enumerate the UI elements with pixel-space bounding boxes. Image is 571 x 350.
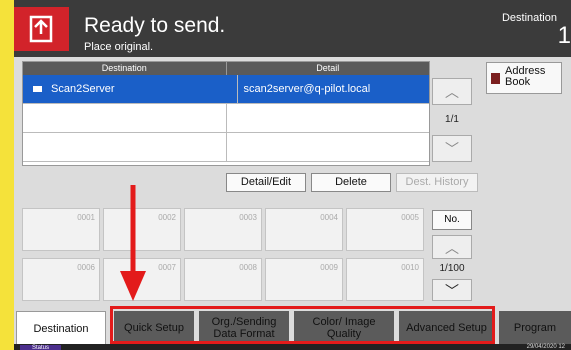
tab-program[interactable]: Program — [499, 311, 571, 344]
row-detail — [227, 133, 430, 161]
delete-button[interactable]: Delete — [311, 173, 391, 192]
copier-screen: Ready to send. Place original. Destinati… — [14, 0, 571, 350]
row-detail — [227, 104, 430, 132]
one-touch-key[interactable]: 0009 — [265, 258, 343, 301]
tab-destination[interactable]: Destination — [16, 311, 106, 345]
column-detail: Detail — [316, 63, 340, 73]
list-up-button[interactable]: ︿ — [432, 78, 472, 105]
row-detail: scan2server@q-pilot.local — [243, 83, 371, 95]
list-scroll: ︿ 1/1 ﹀ — [432, 78, 472, 162]
row-name: Scan2Server — [51, 83, 115, 95]
destination-list: Destination Detail Scan2Server scan2serv… — [22, 61, 430, 166]
one-touch-key[interactable]: 0001 — [22, 208, 100, 251]
one-touch-key[interactable]: 0010 — [346, 258, 424, 301]
list-row[interactable] — [23, 133, 429, 162]
status-bar: Status 29/04/2020 12 — [14, 344, 571, 350]
one-touch-key[interactable]: 0006 — [22, 258, 100, 301]
row-name — [23, 104, 227, 132]
status-title: Ready to send. — [84, 14, 226, 37]
address-book-button[interactable]: Address Book — [486, 62, 562, 94]
list-down-button[interactable]: ﹀ — [432, 135, 472, 162]
list-row-selected[interactable]: Scan2Server scan2server@q-pilot.local — [23, 75, 429, 104]
one-touch-key[interactable]: 0004 — [265, 208, 343, 251]
row-name — [23, 133, 227, 161]
destination-count-label: Destination — [501, 12, 557, 24]
one-touch-key[interactable]: 0005 — [346, 208, 424, 251]
date-time: 29/04/2020 12 — [526, 344, 565, 350]
column-destination: Destination — [23, 62, 227, 75]
keys-up-button[interactable]: ︿ — [432, 235, 472, 259]
address-book-label: Address Book — [505, 65, 546, 88]
keys-down-button[interactable]: ﹀ — [432, 279, 472, 301]
list-row[interactable] — [23, 104, 429, 133]
list-page-indicator: 1/1 — [445, 114, 459, 125]
mail-icon — [33, 86, 42, 92]
status-button[interactable]: Status — [20, 345, 62, 350]
one-touch-key[interactable]: 0003 — [184, 208, 262, 251]
number-search-button[interactable]: No. — [432, 210, 472, 230]
dest-history-button[interactable]: Dest. History — [396, 173, 478, 192]
red-arrow-annotation — [120, 185, 146, 301]
detail-edit-button[interactable]: Detail/Edit — [226, 173, 306, 192]
key-scroll: ︿ 1/100 ﹀ — [432, 235, 472, 301]
send-mode-icon — [14, 7, 69, 51]
one-touch-key[interactable]: 0008 — [184, 258, 262, 301]
header-bar: Ready to send. Place original. Destinati… — [14, 0, 571, 57]
list-header: Destination Detail — [23, 62, 429, 75]
key-page-indicator: 1/100 — [439, 263, 465, 274]
address-book-icon — [491, 73, 500, 84]
status-subtitle: Place original. — [84, 41, 154, 53]
destination-count: 1 — [557, 22, 571, 49]
highlight-box — [110, 306, 495, 344]
